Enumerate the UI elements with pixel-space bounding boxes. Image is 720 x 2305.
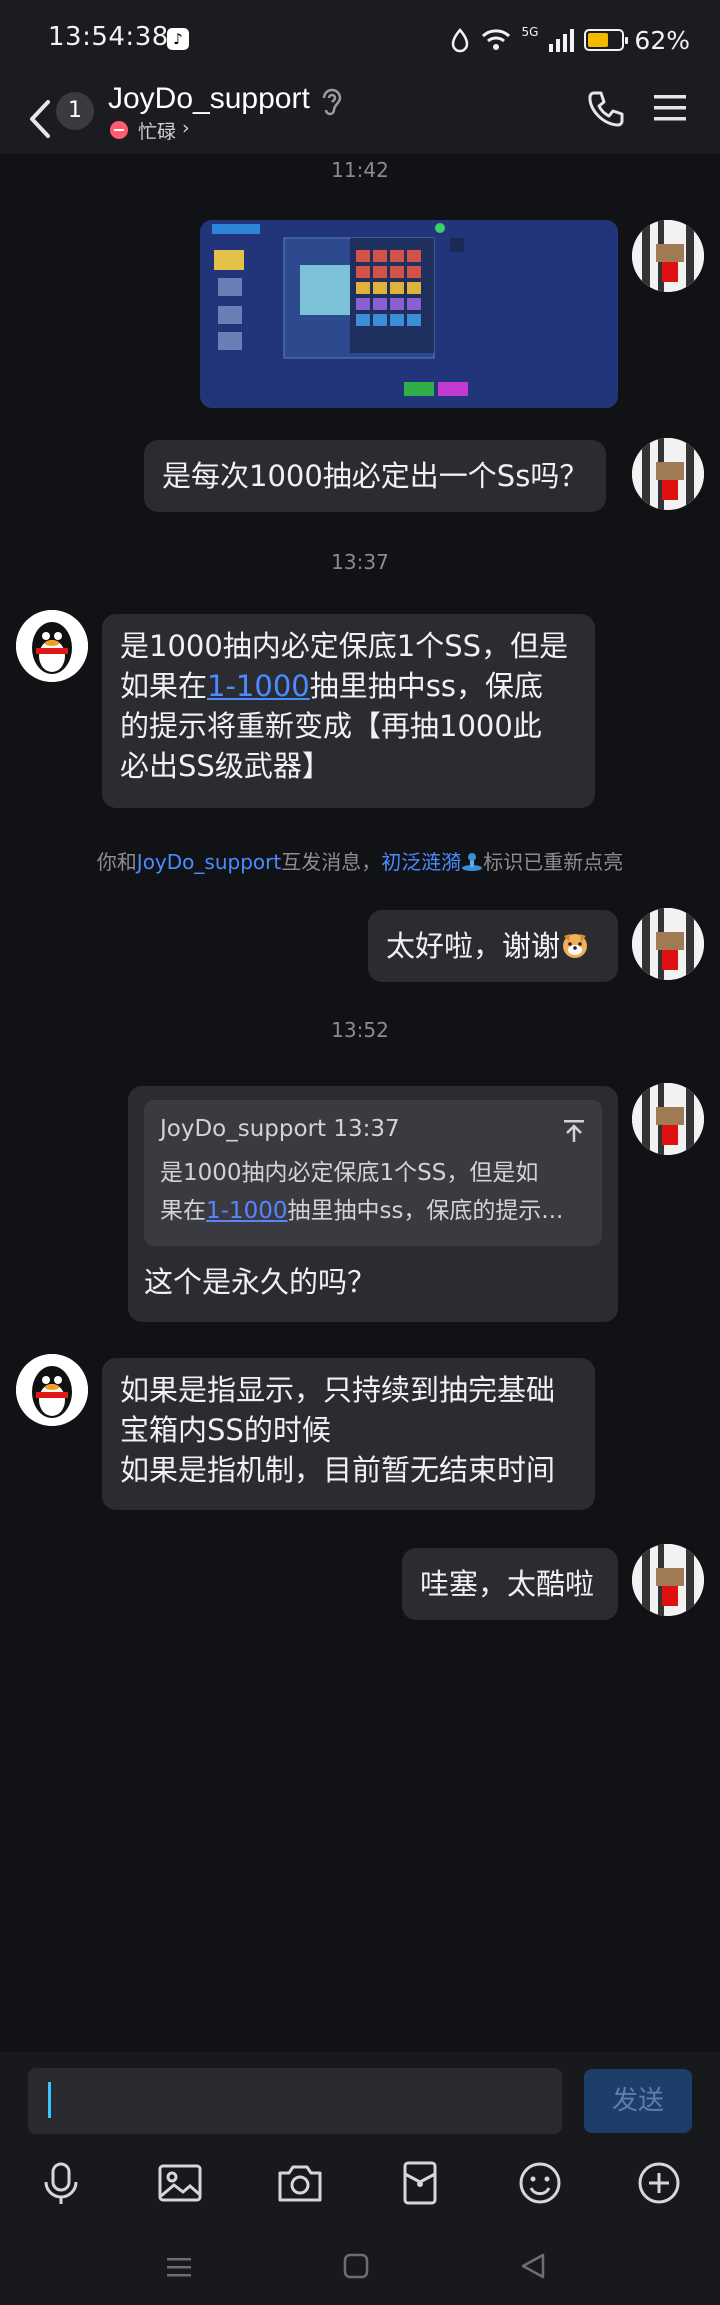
user-avatar-image [632, 220, 704, 292]
camera-icon[interactable] [275, 2158, 325, 2208]
chat-toolbar [0, 2140, 720, 2240]
avatar[interactable] [16, 1354, 88, 1426]
badge-link[interactable]: 初泛涟漪 [381, 850, 461, 874]
avatar[interactable] [632, 1544, 704, 1616]
unread-badge[interactable]: 1 [56, 92, 94, 130]
message-text: 哇塞，太酷啦 [420, 1567, 595, 1601]
avatar[interactable] [16, 610, 88, 682]
reply-text: 果在 [160, 1198, 206, 1224]
home-icon[interactable] [340, 2250, 372, 2282]
user-avatar-image [632, 908, 704, 980]
back-nav-icon[interactable] [518, 2250, 548, 2282]
mic-icon[interactable] [36, 2158, 86, 2208]
message-line: 是1000抽内必定保底1个SS，但是 [120, 629, 569, 663]
emoji-icon[interactable] [515, 2158, 565, 2208]
message-line: 必出SS级武器】 [120, 749, 331, 783]
busy-status-icon [110, 121, 128, 139]
back-icon[interactable] [22, 94, 56, 144]
text-caret [48, 2082, 51, 2118]
game-screenshot-image [200, 220, 618, 408]
wifi-icon [482, 29, 511, 50]
system-contact-link[interactable]: JoyDo_support [137, 850, 281, 874]
message-bubble[interactable]: 如果是指显示，只持续到抽完基础 宝箱内SS的时候 如果是指机制，目前暂无结束时间 [102, 1358, 595, 1510]
range-link[interactable]: 1-1000 [207, 669, 310, 703]
message-bubble[interactable]: 是1000抽内必定保底1个SS，但是 如果在1-1000抽里抽中ss，保底 的提… [102, 614, 595, 808]
contact-name[interactable]: JoyDo_support [108, 82, 310, 116]
message-bubble[interactable]: 是每次1000抽必定出一个Ss吗？ [144, 440, 607, 512]
timestamp: 13:37 [331, 550, 389, 574]
message-line: 如果是指显示，只持续到抽完基础 [120, 1373, 556, 1407]
ear-icon [322, 88, 342, 116]
system-text: 标识已重新点亮 [483, 850, 624, 874]
timestamp: 13:52 [331, 1018, 389, 1042]
menu-icon[interactable] [654, 94, 686, 122]
send-button[interactable]: 发送 [584, 2069, 692, 2133]
status-time: 13:54:38 [48, 22, 169, 52]
system-message: 你和JoyDo_support互发消息，初泛涟漪 标识已重新点亮 [0, 846, 720, 875]
message-bubble[interactable]: 太好啦，谢谢 [368, 910, 618, 982]
chevron-right-icon[interactable]: › [182, 117, 190, 139]
battery-icon [584, 29, 629, 51]
dog-emoji-icon [560, 926, 590, 958]
timestamp: 11:42 [331, 158, 389, 182]
phone-icon[interactable] [586, 88, 626, 128]
alarm-icon [452, 28, 469, 53]
reply-line: 果在1-1000抽里抽中ss，保底的提示... [160, 1192, 586, 1230]
contact-status[interactable]: 忙碌 [138, 117, 176, 144]
system-text: 你和 [96, 850, 137, 874]
system-text: 互发消息， [281, 850, 382, 874]
battery-percent: 62% [634, 25, 690, 55]
reply-header: JoyDo_support 13:37 [160, 1116, 400, 1142]
message-text: 抽里抽中ss，保底 [309, 669, 543, 703]
user-avatar-image [632, 438, 704, 510]
message-line: 的提示将重新变成【再抽1000此 [120, 709, 542, 743]
quoted-reply[interactable]: JoyDo_support 13:37 是1000抽内必定保底1个SS，但是如 … [144, 1100, 602, 1246]
message-text: 这个是永久的吗？ [144, 1265, 377, 1299]
network-label: 5G [521, 25, 539, 39]
image-icon[interactable] [155, 2158, 205, 2208]
status-icons: 5G 62% [449, 22, 690, 58]
red-packet-icon[interactable] [395, 2158, 445, 2208]
range-link[interactable]: 1-1000 [206, 1198, 287, 1224]
message-line: 宝箱内SS的时候 [120, 1413, 331, 1447]
avatar[interactable] [632, 438, 704, 510]
tiktok-icon: ♪ [167, 28, 189, 50]
user-avatar-image [632, 1544, 704, 1616]
signal-icon [549, 29, 575, 52]
message-text: 如果在 [120, 669, 208, 703]
message-line: 如果在1-1000抽里抽中ss，保底 [120, 666, 577, 706]
scroll-to-top-icon[interactable] [562, 1118, 586, 1144]
avatar[interactable] [632, 908, 704, 980]
message-line: 如果是指机制，目前暂无结束时间 [120, 1453, 556, 1487]
message-input[interactable] [28, 2068, 562, 2134]
image-message[interactable] [200, 220, 618, 408]
avatar[interactable] [632, 220, 704, 292]
reply-line: 是1000抽内必定保底1个SS，但是如 [160, 1160, 539, 1186]
reply-text: 抽里抽中ss，保底的提示... [287, 1198, 564, 1224]
user-avatar-image [632, 1083, 704, 1155]
message-text: 太好啦，谢谢 [386, 929, 561, 963]
message-text: 是每次1000抽必定出一个Ss吗？ [162, 459, 589, 493]
joystick-icon [461, 852, 483, 871]
recent-apps-icon[interactable] [164, 2252, 194, 2282]
qq-penguin-avatar-image [16, 610, 88, 682]
plus-icon[interactable] [634, 2158, 684, 2208]
qq-penguin-avatar-image [16, 1354, 88, 1426]
message-bubble[interactable]: 哇塞，太酷啦 [402, 1548, 618, 1620]
avatar[interactable] [632, 1083, 704, 1155]
message-bubble[interactable]: JoyDo_support 13:37 是1000抽内必定保底1个SS，但是如 … [128, 1086, 618, 1322]
